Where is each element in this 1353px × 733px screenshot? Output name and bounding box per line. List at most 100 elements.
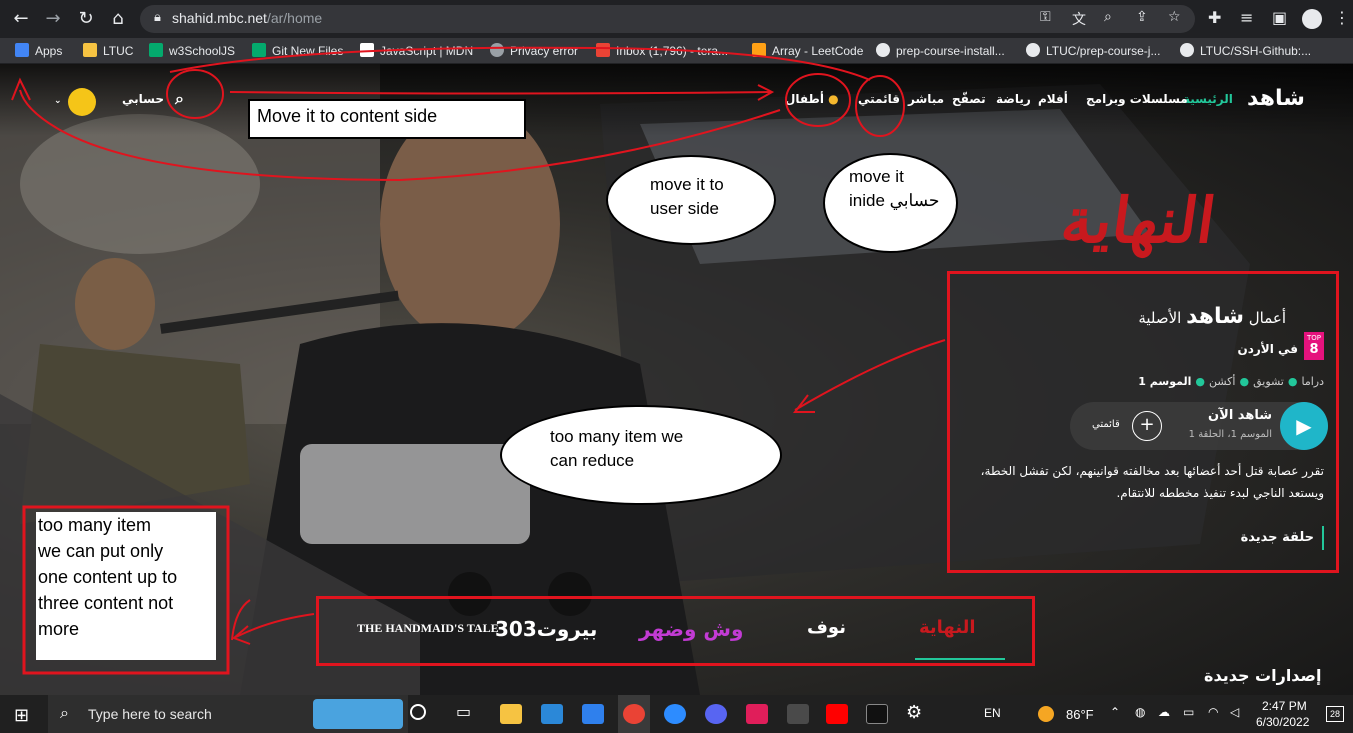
bookmark-item[interactable]: Array - LeetCode [752, 43, 863, 58]
extensions-icon[interactable]: ✚ [1208, 8, 1221, 27]
add-to-list-label: قائمتي [1092, 419, 1120, 430]
reload-icon[interactable]: ↻ [75, 8, 97, 30]
cmd-icon[interactable] [866, 704, 888, 724]
home-icon[interactable]: ⌂ [107, 8, 129, 30]
url-text[interactable]: shahid.mbc.net/ar/home [172, 10, 322, 26]
annotation-move-inside: move it inide حسابي [823, 153, 958, 253]
show-logo-wesh-wadahr[interactable]: وش وضهر [639, 617, 743, 641]
cortana-icon[interactable] [410, 704, 426, 720]
bookmark-star-icon[interactable]: ☆ [1168, 9, 1181, 25]
vscode-icon[interactable] [582, 704, 604, 724]
bookmark-item[interactable]: LTUC [83, 43, 133, 58]
github-icon [876, 43, 890, 57]
translate-icon[interactable]: 文 [1072, 9, 1086, 29]
key-icon[interactable]: ⚿ [1040, 9, 1051, 25]
show-info-panel: أعمال شاهد الأصلية TOP 8 في الأردن دراما●… [947, 271, 1339, 573]
add-to-list-button[interactable]: + [1132, 411, 1162, 441]
nav-series[interactable]: مسلسلات وبرامج [1086, 92, 1188, 106]
terminal-icon[interactable] [787, 704, 809, 724]
avatar[interactable] [68, 88, 96, 116]
bookmarks-bar: Apps LTUC w3SchoolJS Git New Files JavaS… [0, 38, 1353, 64]
search-icon[interactable]: ⌕ [175, 89, 184, 109]
shahid-logo[interactable]: شاهد [1247, 86, 1305, 111]
windows-start-icon[interactable]: ⊞ [14, 705, 29, 726]
w3schools-icon [149, 43, 163, 57]
menu-icon[interactable]: ⋮ [1334, 8, 1350, 27]
bookmark-item[interactable]: LTUC/prep-course-j... [1026, 43, 1160, 58]
weather-temp[interactable]: 86°F [1066, 707, 1094, 722]
annotation-move-user: move it to user side [606, 155, 776, 245]
share-icon[interactable]: ⇪ [1136, 9, 1148, 25]
bookmark-item[interactable]: JavaScript | MDN [360, 43, 473, 58]
bookmark-item[interactable]: prep-course-install... [876, 43, 1005, 58]
windows-taskbar: ⊞ ⌕ Type here to search ▭ ⚙ EN 86°F ⌃ ◍ … [0, 695, 1353, 733]
lock-icon[interactable]: 🔒︎ [154, 10, 161, 25]
rank-text: في الأردن [1237, 342, 1298, 356]
search-icon: ⌕ [60, 703, 69, 722]
bookmark-item[interactable]: Git New Files [252, 43, 343, 58]
watch-now-button[interactable]: ▶ شاهد الآن الموسم 1، الحلقة 1 + قائمتي [1070, 402, 1328, 450]
gmail-icon [596, 43, 610, 57]
chevron-down-icon[interactable]: ⌄ [54, 96, 62, 106]
nav-sports[interactable]: رياضة [996, 92, 1031, 106]
annotation-move-content: Move it to content side [248, 99, 526, 139]
episode-label: الموسم 1، الحلقة 1 [1188, 429, 1272, 440]
play-icon[interactable]: ▶ [1280, 402, 1328, 450]
tray-app-icon[interactable]: ◍ [1135, 705, 1145, 719]
github-icon [1026, 43, 1040, 57]
settings-gear-icon[interactable]: ⚙ [906, 702, 922, 723]
nav-home[interactable]: الرئيسية [1183, 92, 1233, 106]
bookmark-item[interactable]: Inbox (1,796) - tera... [596, 43, 728, 58]
annotation-limit: too many item we can put only one conten… [36, 512, 216, 660]
forward-icon[interactable]: → [42, 8, 64, 30]
taskbar-search[interactable]: ⌕ Type here to search [48, 695, 408, 733]
youtube-icon[interactable] [826, 704, 848, 724]
clock-time[interactable]: 2:47 PM [1262, 699, 1307, 713]
sidepanel-icon[interactable]: ▣ [1272, 8, 1287, 27]
battery-icon[interactable]: ▭ [1183, 705, 1194, 719]
show-logo-beirut303[interactable]: بيروت303 [495, 617, 597, 641]
bookmark-item[interactable]: w3SchoolJS [149, 43, 235, 58]
wifi-icon[interactable]: ◠ [1208, 705, 1218, 719]
discord-icon[interactable] [705, 704, 727, 724]
new-episode-label: حلقة جديدة [1241, 526, 1324, 550]
zoom-app-icon[interactable] [664, 704, 686, 724]
bookmark-item[interactable]: Privacy error [490, 43, 578, 58]
clock-date[interactable]: 6/30/2022 [1256, 715, 1309, 729]
bookmark-item[interactable]: Apps [15, 43, 62, 58]
zoom-icon[interactable]: ⌕ [1104, 9, 1112, 25]
back-icon[interactable]: ← [10, 8, 32, 30]
featured-shows-strip: THE HANDMAID'S TALE بيروت303 وش وضهر نوف… [316, 596, 1035, 666]
media-icon[interactable]: ≡ [1240, 8, 1253, 27]
show-logo-handmaids-tale[interactable]: THE HANDMAID'S TALE [357, 621, 499, 636]
account-menu[interactable]: حسابي [122, 92, 164, 106]
top-rank-badge: TOP 8 [1304, 332, 1324, 360]
slack-icon[interactable] [746, 704, 768, 724]
balloon-icon: ● [828, 92, 839, 106]
notification-badge[interactable]: 28 [1326, 706, 1344, 722]
volume-icon[interactable]: ◁ [1230, 705, 1239, 719]
photos-icon[interactable] [541, 704, 563, 724]
nav-live[interactable]: مباشر [908, 92, 944, 106]
nav-movies[interactable]: أفلام [1038, 92, 1068, 106]
profile-avatar[interactable] [1302, 9, 1322, 29]
language-indicator[interactable]: EN [984, 706, 1001, 720]
apps-icon [15, 43, 29, 57]
bookmark-item[interactable]: LTUC/SSH-Github:... [1180, 43, 1311, 58]
nav-kids[interactable]: أطفال ● [785, 92, 839, 106]
onedrive-icon[interactable]: ☁ [1158, 705, 1170, 719]
leetcode-icon [752, 43, 766, 57]
tray-chevron-icon[interactable]: ⌃ [1110, 705, 1120, 719]
task-view-icon[interactable]: ▭ [456, 702, 471, 721]
show-logo-al-nihaya[interactable]: النهاية [919, 617, 976, 638]
file-explorer-icon[interactable] [500, 704, 522, 724]
globe-icon [490, 43, 504, 57]
kids-label: أطفال [785, 92, 824, 106]
show-logo-nouf[interactable]: نوف [807, 617, 846, 638]
nav-mylist[interactable]: قائمتي [858, 92, 900, 106]
chrome-icon[interactable] [623, 704, 645, 724]
annotation-reduce: too many item we can reduce [500, 405, 782, 505]
w3schools-icon [252, 43, 266, 57]
weather-sun-icon[interactable] [1038, 706, 1054, 722]
nav-browse[interactable]: تصفّح [952, 92, 986, 106]
